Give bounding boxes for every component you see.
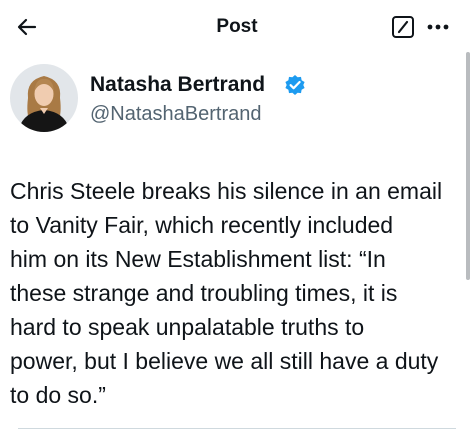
edit-square-icon <box>392 16 414 38</box>
verified-badge-icon <box>285 75 305 95</box>
edit-button[interactable] <box>391 15 415 39</box>
tweet-text-line: to do so.” <box>10 382 106 408</box>
tweet-text: Chris Steele breaks his silence in an em… <box>10 174 468 412</box>
tweet-text-line: to Vanity Fair, which recently included <box>10 212 394 238</box>
author-display-name[interactable]: Natasha Bertrand <box>90 72 265 98</box>
more-horizontal-icon <box>427 24 449 30</box>
tweet-text-line: these strange and troubling times, it is <box>10 280 398 306</box>
tweet-text-line: Chris Steele breaks his silence in an em… <box>10 178 443 204</box>
profile-photo <box>10 64 78 132</box>
tweet-text-line: hard to speak unpalatable truths to <box>10 314 365 340</box>
tweet-text-line: him on its New Establishment list: “In <box>10 246 386 272</box>
top-bar: Post <box>0 0 474 56</box>
divider <box>18 428 456 429</box>
more-options-button[interactable] <box>425 16 451 38</box>
tweet-text-line: power, but I believe we all still have a… <box>10 348 439 374</box>
avatar[interactable] <box>10 64 78 132</box>
author-handle[interactable]: @NatashaBertrand <box>90 101 262 127</box>
